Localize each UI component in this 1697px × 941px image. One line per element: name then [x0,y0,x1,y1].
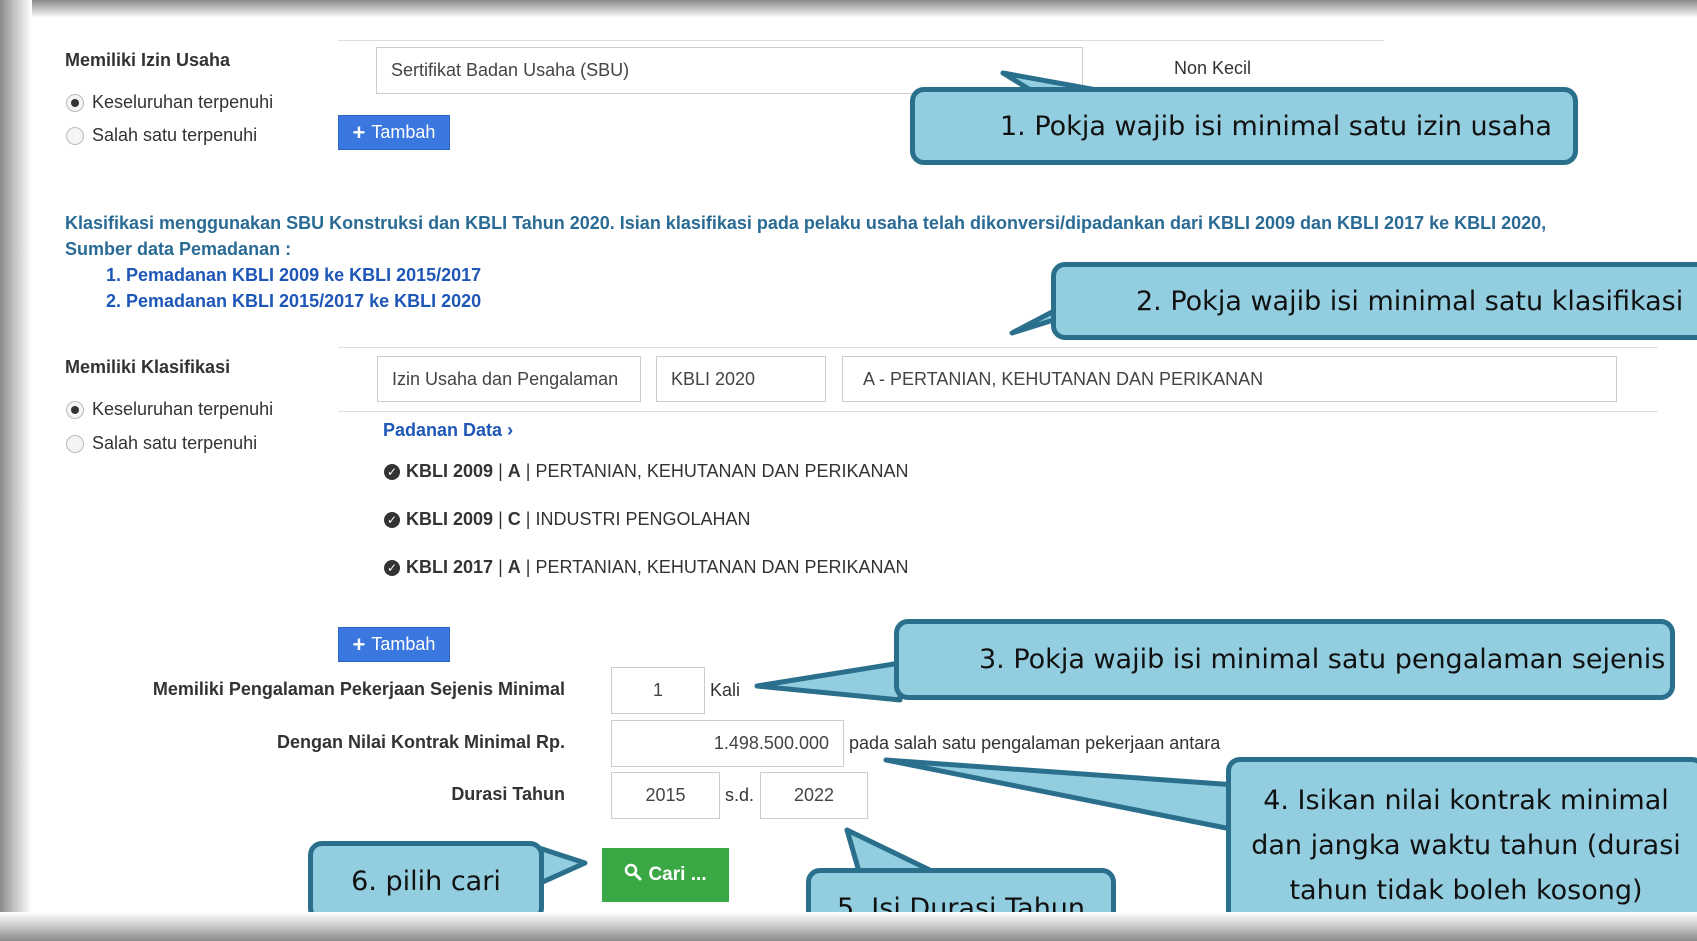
callout-2-text: 2. Pokja wajib isi minimal satu klasifik… [1136,285,1684,317]
callout-6: 6. pilih cari [308,841,544,922]
callout-3-pointer [754,660,903,703]
callout-4-pointer [883,757,1239,833]
callout-6-text: 6. pilih cari [351,866,501,897]
callout-3: 3. Pokja wajib isi minimal satu pengalam… [894,619,1675,700]
callout-4-line2: dan jangka waktu tahun (durasi [1251,829,1681,861]
screenshot-frame: Memiliki Izin Usaha Keseluruhan terpenuh… [0,0,1697,941]
callout-2: 2. Pokja wajib isi minimal satu klasifik… [1051,262,1697,340]
callout-4: 4. Isikan nilai kontrak minimal dan jang… [1226,757,1697,933]
callout-4-line1: 4. Isikan nilai kontrak minimal [1263,784,1669,816]
frame-shadow-left [0,0,32,941]
callout-1: 1. Pokja wajib isi minimal satu izin usa… [910,87,1578,165]
callout-3-text: 3. Pokja wajib isi minimal satu pengalam… [979,644,1666,675]
callout-4-line3: tahun tidak boleh kosong) [1289,874,1643,906]
frame-shadow-bottom [0,912,1697,941]
frame-shadow-top [0,0,1697,18]
callout-1-text: 1. Pokja wajib isi minimal satu izin usa… [1000,110,1552,142]
